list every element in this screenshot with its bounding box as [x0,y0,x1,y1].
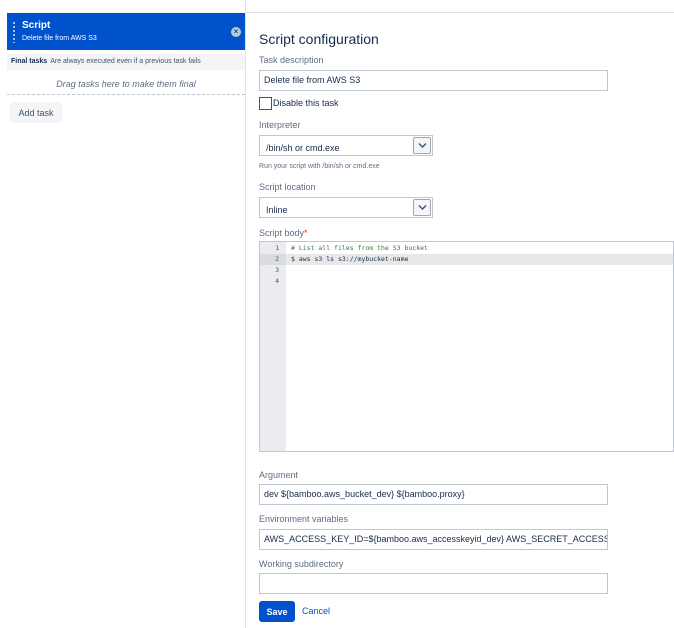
task-subtitle: Delete file from AWS S3 [22,35,97,42]
script-location-label: Script location [259,182,316,192]
final-tasks-drop-zone[interactable]: Drag tasks here to make them final [7,73,245,95]
final-tasks-header: Final tasks Are always executed even if a… [7,54,245,70]
final-tasks-description: Are always executed even if a previous t… [50,58,201,65]
disable-task-checkbox[interactable] [259,97,272,110]
line-number: 2 [275,255,279,263]
line-number: 4 [275,277,279,285]
task-title: Script [22,20,51,31]
environment-variables-input[interactable]: AWS_ACCESS_KEY_ID=${bamboo.aws_accesskey… [259,529,608,550]
task-item-script[interactable]: Script Delete file from AWS S3 × [7,13,245,50]
add-task-button[interactable]: Add task [10,102,62,123]
task-description-label: Task description [259,55,324,65]
disable-task-label: Disable this task [273,98,339,108]
save-button[interactable]: Save [259,601,295,622]
working-subdirectory-input[interactable] [259,573,608,594]
interpreter-value: /bin/sh or cmd.exe [266,143,340,153]
line-number: 1 [275,244,279,252]
required-mark: * [304,228,308,238]
drag-handle-icon[interactable] [12,21,16,43]
chevron-down-icon[interactable] [413,199,431,216]
interpreter-label: Interpreter [259,120,301,130]
close-icon[interactable]: × [231,27,241,37]
script-body-label: Script body* [259,228,308,238]
page-title: Script configuration [259,31,379,47]
code-line[interactable]: # List all files from the S3 bucket [291,243,428,254]
task-list-panel: Script Delete file from AWS S3 × Final t… [0,0,246,628]
script-body-editor[interactable]: 1 2 3 4 # List all files from the S3 buc… [259,241,674,452]
cancel-link[interactable]: Cancel [302,606,330,616]
argument-input[interactable]: dev ${bamboo.aws_bucket_dev} ${bamboo.pr… [259,484,608,505]
working-subdirectory-label: Working subdirectory [259,559,344,569]
script-location-select[interactable]: Inline [259,197,433,218]
header-divider [246,12,674,13]
chevron-down-icon[interactable] [413,137,431,154]
task-description-input[interactable]: Delete file from AWS S3 [259,70,608,91]
interpreter-select[interactable]: /bin/sh or cmd.exe [259,135,433,156]
interpreter-hint: Run your script with /bin/sh or cmd.exe [259,163,380,170]
environment-variables-label: Environment variables [259,514,349,524]
script-location-value: Inline [266,205,288,215]
script-body-label-text: Script body [259,228,305,238]
argument-label: Argument [259,470,299,480]
final-tasks-label: Final tasks [11,58,48,65]
line-number: 3 [275,266,279,274]
code-line[interactable]: $ aws s3 ls s3://mybucket-name [291,254,408,265]
